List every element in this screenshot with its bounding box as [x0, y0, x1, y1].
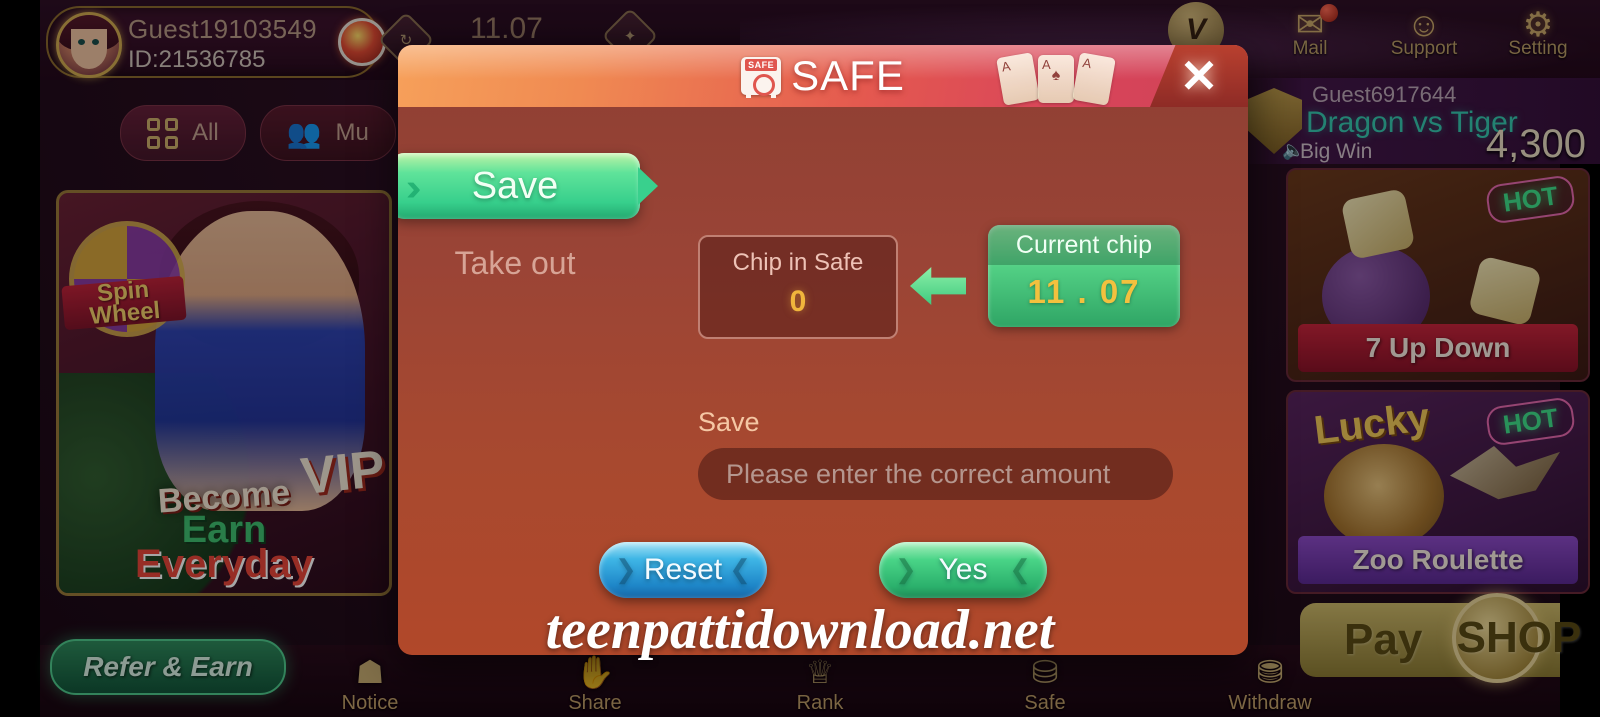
- chevron-right-decoration: ❮: [1009, 554, 1031, 584]
- dialog-tabs: ›› Save Take out: [398, 153, 658, 282]
- current-chip-value: 11 . 07: [1027, 273, 1141, 310]
- chip-in-safe-label: Chip in Safe: [732, 249, 864, 276]
- dialog-header: A A ♠ A SAFE SAFE ✕: [398, 45, 1248, 107]
- reset-button[interactable]: ❯ Reset ❮: [599, 542, 767, 598]
- save-amount-group: Save: [698, 407, 1173, 500]
- dialog-actions: ❯ Reset ❮ ❯ Yes ❮: [398, 542, 1248, 598]
- save-amount-input[interactable]: [698, 448, 1173, 500]
- tab-save[interactable]: ›› Save: [398, 153, 658, 219]
- current-chip-panel: Current chip 11 . 07: [988, 225, 1180, 327]
- confirm-button[interactable]: ❯ Yes ❮: [879, 542, 1047, 598]
- safe-icon-leg-left: [746, 94, 752, 98]
- dialog-title-group: SAFE SAFE: [398, 45, 1248, 107]
- current-chip-label: Current chip: [988, 225, 1180, 265]
- arrow-left-icon: [910, 267, 966, 305]
- game-app: Guest19103549 ID:21536785 ↻ 11.07 ✦ V VI…: [0, 0, 1600, 717]
- tab-save-label: Save: [471, 164, 559, 207]
- dialog-body: ›› Save Take out Chip in Safe 0 Current …: [398, 107, 1248, 655]
- tab-take-out[interactable]: Take out: [398, 245, 640, 282]
- save-field-label: Save: [698, 407, 760, 437]
- reset-label: Reset: [643, 553, 723, 586]
- safe-icon-tag: SAFE: [745, 59, 778, 71]
- chevron-right-decoration: ❮: [729, 554, 751, 584]
- safe-box-icon: SAFE: [741, 57, 782, 98]
- chevron-left-decoration: ❯: [895, 554, 917, 584]
- chip-in-safe-panel: Chip in Safe 0: [698, 235, 898, 339]
- tab-take-out-label: Take out: [454, 245, 576, 281]
- safe-icon-dial: [753, 74, 776, 96]
- close-icon[interactable]: ✕: [1150, 45, 1248, 107]
- dialog-title: SAFE: [791, 52, 905, 99]
- safe-icon-leg-right: [771, 94, 777, 98]
- chevron-right-icon: ››: [406, 167, 422, 209]
- chevron-left-decoration: ❯: [615, 554, 637, 584]
- safe-dialog: A A ♠ A SAFE SAFE ✕ ›› Save Take out Chi…: [398, 45, 1248, 655]
- chip-in-safe-value: 0: [789, 285, 807, 318]
- confirm-label: Yes: [938, 553, 988, 586]
